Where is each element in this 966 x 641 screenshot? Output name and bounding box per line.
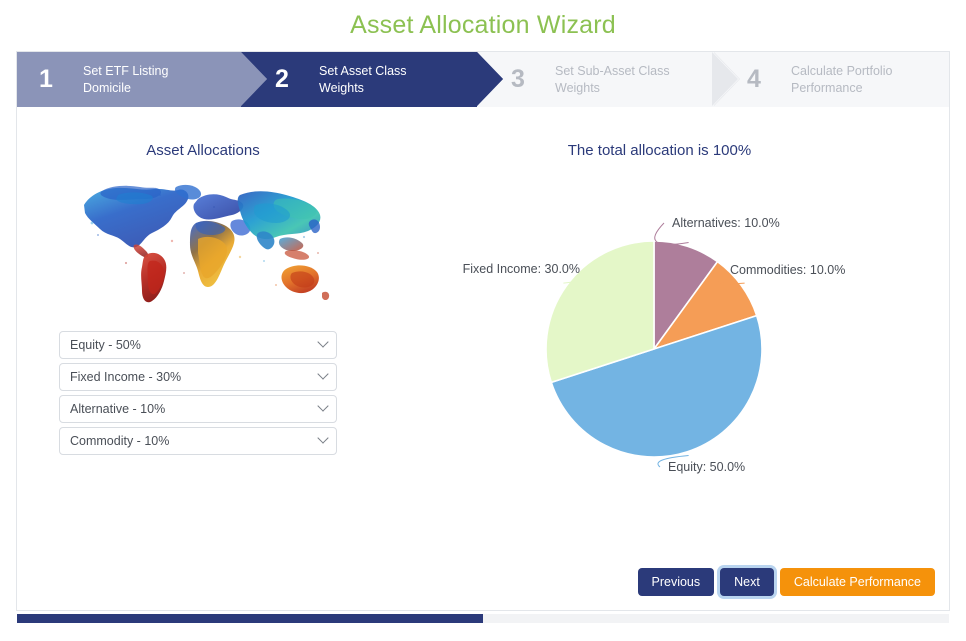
chevron-down-icon: [317, 432, 329, 444]
step-label-1: Set ETF Listing Domicile: [83, 63, 168, 97]
chevron-down-icon: [317, 368, 329, 380]
wizard-button-bar: Previous Next Calculate Performance: [637, 568, 935, 596]
step-label-2: Set Asset Class Weights: [319, 63, 407, 97]
pie-label-equity: Equity: 50.0%: [668, 460, 745, 474]
wizard-step-3[interactable]: 3 Set Sub-Asset Class Weights: [477, 52, 739, 107]
allocation-chart-section: The total allocation is 100% Alternative…: [372, 107, 947, 610]
asset-allocations-section: Asset Allocations Equity - 50% Fixed Inc…: [43, 107, 363, 459]
wizard-steps: 1 Set ETF Listing Domicile 2 Set Asset C…: [17, 52, 949, 107]
wizard-panel: 1 Set ETF Listing Domicile 2 Set Asset C…: [16, 51, 950, 611]
step-label-4-line2: Performance: [791, 80, 863, 95]
world-map-icon: [72, 177, 334, 307]
step-label-1-line1: Set ETF Listing: [83, 63, 169, 78]
select-commodity-value: Commodity - 10%: [70, 434, 170, 448]
step-number-3: 3: [511, 65, 525, 93]
step-label-4-line1: Calculate Portfolio: [791, 63, 893, 78]
step-notch-4: [712, 52, 739, 106]
select-fixed-income[interactable]: Fixed Income - 30%: [59, 363, 337, 391]
pie-label-fixed-income: Fixed Income: 30.0%: [463, 262, 580, 276]
step-label-4: Calculate Portfolio Performance: [791, 63, 892, 97]
step-label-1-line2: Domicile: [83, 80, 131, 95]
step-number-2: 2: [275, 65, 289, 93]
pie-chart: Alternatives: 10.0% Commodities: 10.0% Equ…: [372, 159, 947, 579]
page-title: Asset Allocation Wizard: [350, 11, 616, 39]
asset-allocations-title: Asset Allocations: [146, 142, 260, 159]
step-notch-2: [241, 52, 267, 106]
pie-label-alternatives: Alternatives: 10.0%: [672, 216, 780, 230]
step-notch-3: [477, 52, 503, 106]
calculate-performance-button[interactable]: Calculate Performance: [779, 568, 935, 596]
select-equity-value: Equity - 50%: [70, 338, 141, 352]
select-alternative-value: Alternative - 10%: [70, 402, 166, 416]
select-alternative[interactable]: Alternative - 10%: [59, 395, 337, 423]
step-label-2-line1: Set Asset Class: [319, 63, 407, 78]
step-number-4: 4: [747, 65, 761, 93]
wizard-step-1[interactable]: 1 Set ETF Listing Domicile: [17, 52, 267, 107]
chevron-down-icon: [317, 400, 329, 412]
select-commodity[interactable]: Commodity - 10%: [59, 427, 337, 455]
select-fixed-income-value: Fixed Income - 30%: [70, 370, 182, 384]
step-label-2-line2: Weights: [319, 80, 364, 95]
horizontal-scrollbar[interactable]: [17, 614, 949, 623]
step-label-3: Set Sub-Asset Class Weights: [555, 63, 670, 97]
pie-label-commodities: Commodities: 10.0%: [730, 263, 845, 277]
select-equity[interactable]: Equity - 50%: [59, 331, 337, 359]
previous-button[interactable]: Previous: [637, 568, 715, 596]
step-label-3-line1: Set Sub-Asset Class: [555, 63, 670, 78]
total-allocation-title: The total allocation is 100%: [567, 142, 752, 159]
wizard-body: Asset Allocations Equity - 50% Fixed Inc…: [17, 107, 949, 610]
step-label-3-line2: Weights: [555, 80, 600, 95]
chevron-down-icon: [317, 336, 329, 348]
scrollbar-thumb[interactable]: [17, 614, 483, 623]
step-number-1: 1: [39, 65, 53, 93]
wizard-step-4[interactable]: 4 Calculate Portfolio Performance: [712, 52, 949, 107]
allocation-selects: Equity - 50% Fixed Income - 30% Alternat…: [59, 331, 337, 455]
next-button[interactable]: Next: [720, 568, 774, 596]
wizard-step-2[interactable]: 2 Set Asset Class Weights: [241, 52, 503, 107]
